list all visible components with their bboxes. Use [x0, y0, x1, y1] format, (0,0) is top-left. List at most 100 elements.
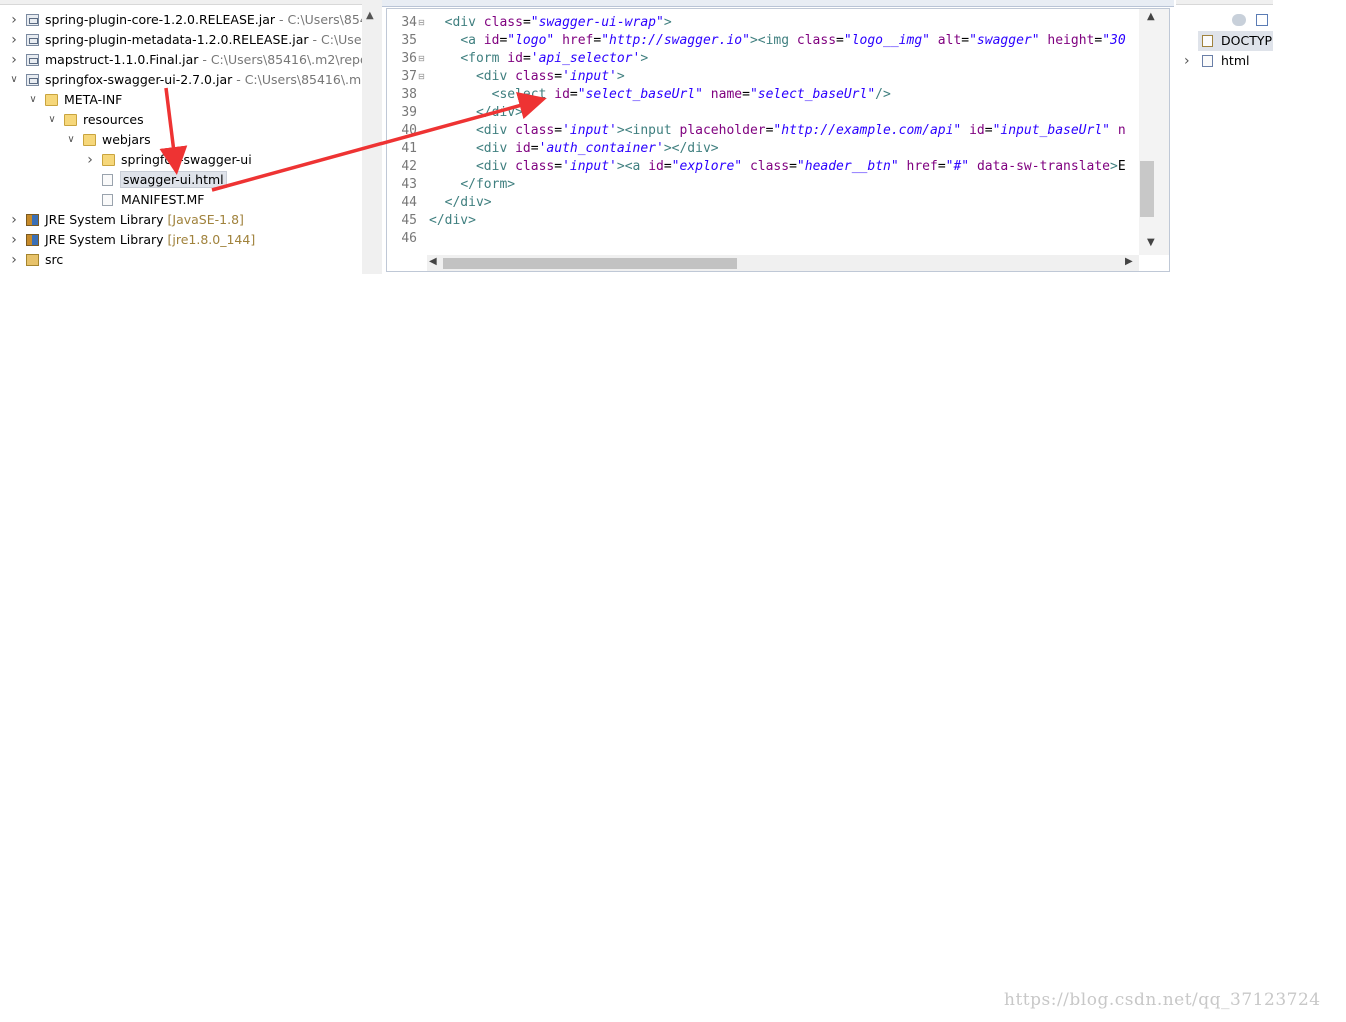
doctype-icon	[1202, 35, 1213, 47]
code-line[interactable]: </div>	[429, 194, 492, 212]
tree-item[interactable]: › JRE System Library [jre1.8.0_144]	[0, 230, 362, 250]
code-line[interactable]: <a id = "logo" href = "http://swagger.io"><i…	[429, 32, 1126, 50]
code-line[interactable]: <div class='input'><input placeholder="h…	[429, 122, 1126, 140]
editor-vertical-scrollbar[interactable]: ▲ ▼	[1139, 9, 1169, 255]
tree-item[interactable]: ∨ webjars	[0, 130, 362, 150]
scroll-right-icon[interactable]: ▶	[1125, 256, 1133, 267]
scroll-down-icon[interactable]: ▼	[1147, 237, 1155, 248]
editor-tab-strip[interactable]	[382, 0, 1174, 7]
chevron-right-icon[interactable]: ›	[8, 250, 20, 270]
chevron-down-icon[interactable]: ∨	[65, 130, 77, 150]
code-token: class	[483, 15, 523, 30]
file-icon	[102, 194, 113, 206]
tree-item[interactable]: ∨ resources	[0, 110, 362, 130]
chevron-right-icon[interactable]: ›	[84, 150, 96, 170]
tree-item[interactable]: › spring-plugin-core-1.2.0.RELEASE.jar - …	[0, 10, 362, 30]
fold-toggle-icon[interactable]: ⊟	[418, 68, 426, 86]
horizontal-scroll-thumb[interactable]	[443, 258, 737, 269]
vertical-scroll-thumb[interactable]	[1140, 161, 1154, 217]
tree-item[interactable]: › spring-plugin-metadata-1.2.0.RELEASE.ja…	[0, 30, 362, 50]
tree-item-label: JRE System Library [jre1.8.0_144]	[45, 230, 255, 250]
code-token: class	[515, 69, 555, 84]
outline-toolbar-icon[interactable]	[1232, 14, 1246, 26]
chevron-down-icon[interactable]: ∨	[46, 110, 58, 130]
code-token: 'auth_container'	[538, 141, 664, 156]
html-editor[interactable]: 34 ⊟ 35 36 ⊟ 37 ⊟ 38 39 40 41 42 43 44 45 46 <div class…	[386, 8, 1170, 272]
tree-item-label: MANIFEST.MF	[121, 190, 205, 210]
fold-toggle-icon[interactable]: ⊟	[418, 50, 426, 68]
scroll-left-icon[interactable]: ◀	[429, 256, 437, 267]
code-token: class	[515, 123, 555, 138]
explorer-scrollbar[interactable]: ▲	[362, 0, 382, 274]
code-token: id	[969, 123, 985, 138]
code-line[interactable]: </form>	[429, 176, 515, 194]
line-number: 36	[401, 51, 417, 66]
tree-item[interactable]: MANIFEST.MF	[0, 190, 362, 210]
tree-item[interactable]: › mapstruct-1.1.0.Final.jar - C:\Users\85…	[0, 50, 362, 70]
line-number: 46	[401, 231, 417, 246]
scroll-up-icon[interactable]: ▲	[1147, 11, 1155, 22]
code-token: =	[961, 33, 970, 48]
tree-item[interactable]: › JRE System Library [JavaSE-1.8]	[0, 210, 362, 230]
scroll-up-icon[interactable]: ▲	[366, 10, 374, 21]
chevron-down-icon[interactable]: ∨	[27, 90, 39, 110]
code-token: =	[1094, 33, 1103, 48]
chevron-down-icon[interactable]: ∨	[8, 70, 20, 90]
chevron-right-icon[interactable]: ›	[8, 210, 20, 230]
outline-item[interactable]: › html	[1184, 51, 1273, 71]
tree-item-label: webjars	[102, 130, 151, 150]
code-token: =	[663, 159, 672, 174]
code-token: "30	[1102, 33, 1126, 48]
code-token: class	[796, 33, 837, 48]
code-token: placeholder	[679, 123, 766, 138]
tree-item[interactable]: ∨ springfox-swagger-ui-2.7.0.jar - C:\Use…	[0, 70, 362, 90]
tree-item[interactable]: › src	[0, 250, 362, 270]
chevron-right-icon[interactable]: ›	[8, 30, 20, 50]
code-line[interactable]: <div class='input'><a id="explore" class…	[429, 158, 1126, 176]
chevron-right-icon[interactable]: ›	[1184, 51, 1190, 71]
line-number: 44	[401, 195, 417, 210]
code-line[interactable]: <select id="select_baseUrl" name="select…	[429, 86, 891, 104]
code-token: >	[1110, 159, 1118, 174]
chevron-right-icon[interactable]: ›	[8, 50, 20, 70]
code-token: 'input'	[562, 159, 617, 174]
tree-item[interactable]: › springfox-swagger-ui	[0, 150, 362, 170]
tree-item-text: resources	[83, 112, 144, 127]
tree-item-decoration: - C:\Users\85416\.m	[232, 72, 362, 87]
code-token: <div	[475, 141, 516, 156]
code-token: </div>	[475, 105, 523, 120]
code-line[interactable]: <div id='auth_container'></div>	[429, 140, 719, 158]
collapse-all-icon[interactable]	[1256, 14, 1268, 26]
tree-item-decoration: - C:\Users\854	[275, 12, 362, 27]
outline-item[interactable]: DOCTYPE	[1198, 31, 1273, 51]
tree-item[interactable]: ∨ META-INF	[0, 90, 362, 110]
fold-toggle-icon[interactable]: ⊟	[418, 14, 426, 32]
code-token: >	[640, 51, 649, 66]
chevron-right-icon[interactable]: ›	[8, 10, 20, 30]
code-token: =	[937, 159, 946, 174]
editor-horizontal-scrollbar[interactable]: ◀ ▶	[427, 255, 1139, 271]
code-line[interactable]: </div>	[429, 212, 476, 230]
library-icon	[26, 214, 39, 226]
code-token: "logo__img"	[843, 33, 930, 48]
tree-item-text: webjars	[102, 132, 151, 147]
code-line[interactable]: <div class="swagger-ui-wrap">	[429, 14, 672, 32]
code-line[interactable]: <div class='input'>	[429, 68, 625, 86]
code-token: id	[483, 33, 500, 48]
code-line[interactable]: </div>	[429, 104, 523, 122]
code-token: <a	[460, 33, 484, 48]
tree-item[interactable]: swagger-ui.html	[0, 170, 362, 190]
folder-icon	[83, 134, 96, 146]
code-line[interactable]: <form id='api_selector'>	[429, 50, 648, 68]
code-token: "header__btn"	[796, 159, 899, 174]
code-token: "select_baseUrl"	[749, 87, 876, 102]
chevron-right-icon[interactable]: ›	[8, 230, 20, 250]
